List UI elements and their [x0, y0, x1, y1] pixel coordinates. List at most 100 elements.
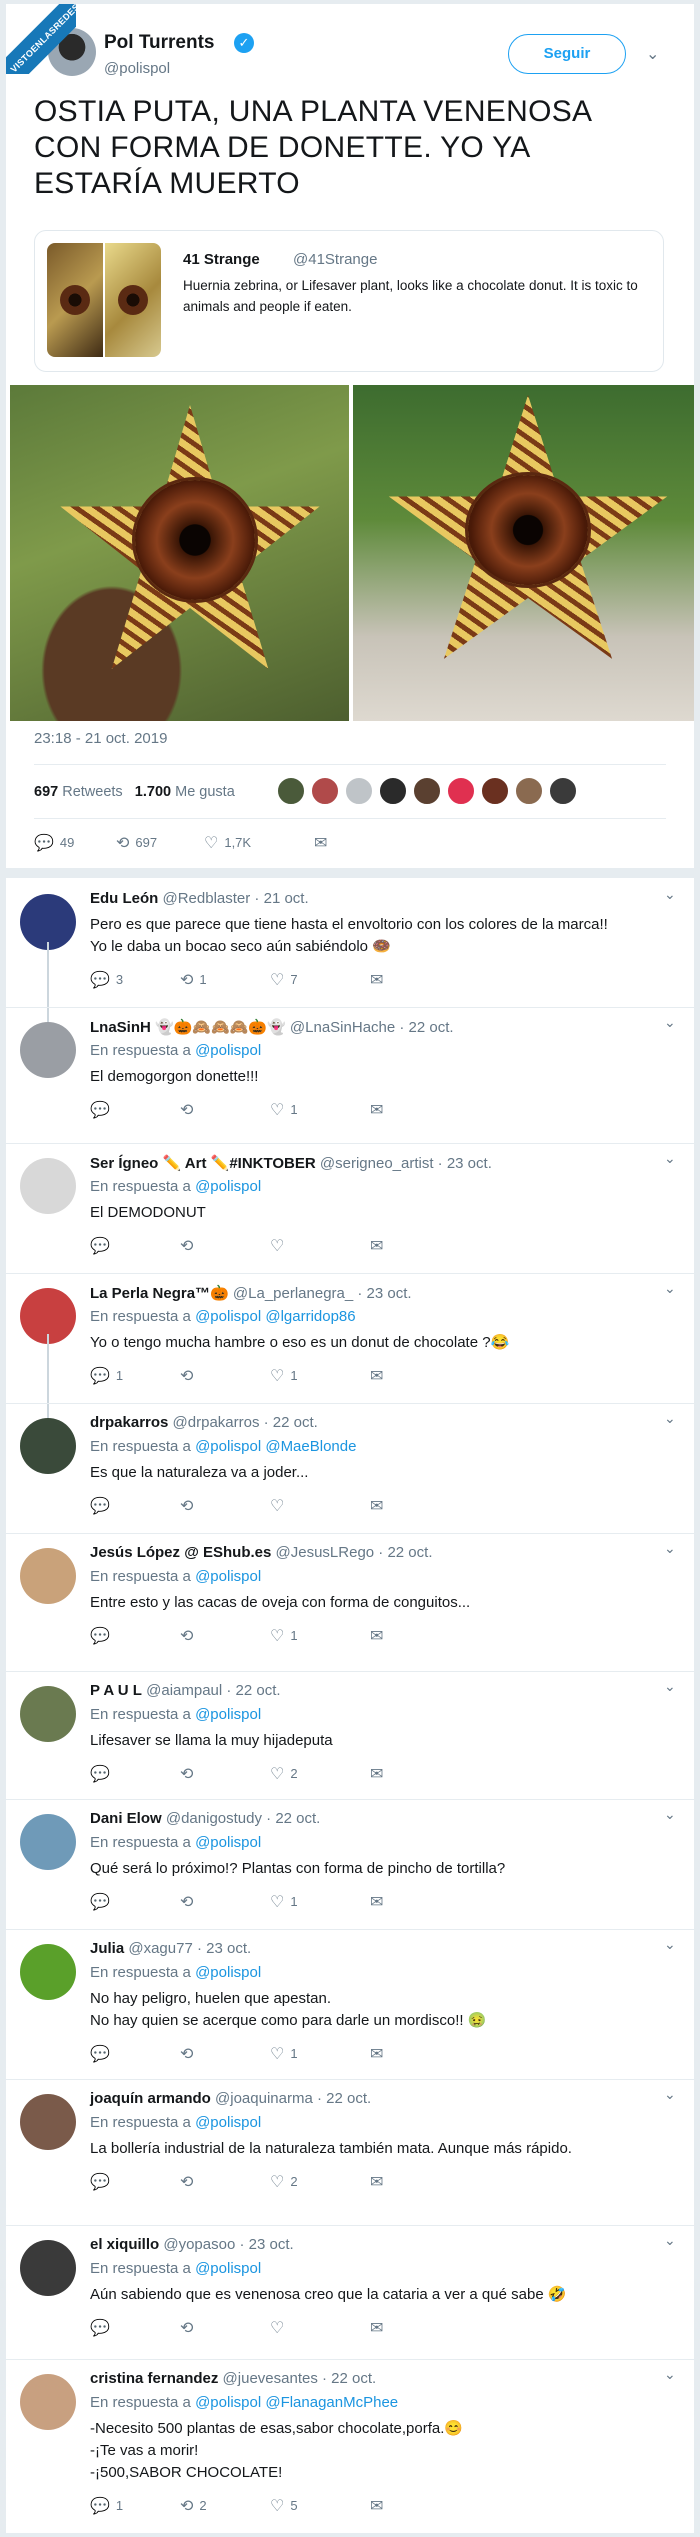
reply-author-handle[interactable]: @La_perlanegra_ · 23 oct. [233, 1285, 412, 1302]
dm-button[interactable]: ✉ [370, 970, 389, 990]
like-button[interactable]: ♡ 7 [270, 970, 298, 990]
retweet-button[interactable]: ⟲ [180, 1100, 199, 1120]
reply-button[interactable]: 💬 [90, 1626, 116, 1646]
reply-author-name[interactable]: Dani Elow [90, 1810, 162, 1827]
avatar[interactable] [20, 1944, 76, 2000]
reply-author-name[interactable]: Edu León [90, 890, 158, 907]
retweets-label[interactable]: Retweets [62, 784, 122, 800]
chevron-down-icon[interactable]: ⌄ [664, 1936, 676, 1953]
avatar[interactable] [446, 776, 476, 806]
reply-author-name[interactable]: P A U L [90, 1682, 142, 1699]
reply-author-name[interactable]: drpakarros [90, 1414, 168, 1431]
mention-link[interactable]: @polispol @MaeBlonde [195, 1438, 356, 1455]
chevron-down-icon[interactable]: ⌄ [664, 1014, 676, 1031]
tweet-photo-2[interactable] [353, 385, 694, 721]
reply-author-handle[interactable]: @joaquinarma · 22 oct. [215, 2090, 371, 2107]
like-button[interactable]: ♡ [270, 1236, 290, 1256]
retweet-button[interactable]: ⟲ [180, 1236, 199, 1256]
mention-link[interactable]: @polispol @FlanaganMcPhee [195, 2394, 398, 2411]
avatar[interactable] [310, 776, 340, 806]
reply-button[interactable]: 💬 [90, 1236, 116, 1256]
reply-author-name[interactable]: Julia [90, 1940, 124, 1957]
reply-author-name[interactable]: Ser Ígneo ✏️ Art ✏️#INKTOBER [90, 1155, 316, 1172]
mention-link[interactable]: @polispol [195, 1964, 261, 1981]
mention-link[interactable]: @polispol [195, 1706, 261, 1723]
mention-link[interactable]: @polispol @lgarridop86 [195, 1308, 356, 1325]
retweet-button[interactable]: ⟲ 697 [116, 830, 157, 856]
author-name[interactable]: Pol Turrents [104, 32, 215, 54]
like-button[interactable]: ♡ [270, 1496, 290, 1516]
avatar[interactable] [480, 776, 510, 806]
mention-link[interactable]: @polispol [195, 1178, 261, 1195]
chevron-down-icon[interactable]: ⌄ [664, 1150, 676, 1167]
reply-button[interactable]: 💬 49 [34, 830, 74, 856]
avatar[interactable] [378, 776, 408, 806]
avatar[interactable] [20, 1814, 76, 1870]
like-button[interactable]: ♡ 2 [270, 1764, 298, 1784]
reply-button[interactable]: 💬 [90, 1764, 116, 1784]
like-button[interactable]: ♡ 1 [270, 1366, 298, 1386]
chevron-down-icon[interactable]: ⌄ [664, 886, 676, 903]
follow-button[interactable]: Seguir [508, 34, 626, 74]
reply-author-name[interactable]: LnaSinH 👻🎃🙈🙈🙈🎃👻 [90, 1019, 286, 1036]
reply-button[interactable]: 💬 [90, 2044, 116, 2064]
avatar[interactable] [344, 776, 374, 806]
reply-tweet[interactable]: La Perla Negra™🎃 @La_perlanegra_ · 23 oc… [6, 1274, 694, 1440]
chevron-down-icon[interactable]: ⌄ [664, 2086, 676, 2103]
reply-tweet[interactable]: cristina fernandez @juevesantes · 22 oct… [6, 2360, 694, 2533]
chevron-down-icon[interactable]: ⌄ [664, 2366, 676, 2383]
reply-author-name[interactable]: La Perla Negra™🎃 [90, 1285, 229, 1302]
reply-author-handle[interactable]: @LnaSinHache · 22 oct. [290, 1019, 454, 1036]
avatar[interactable] [514, 776, 544, 806]
reply-author-handle[interactable]: @danigostudy · 22 oct. [166, 1810, 320, 1827]
author-handle[interactable]: @polispol [104, 60, 170, 77]
avatar[interactable] [20, 2094, 76, 2150]
avatar[interactable] [412, 776, 442, 806]
reply-button[interactable]: 💬 [90, 2172, 116, 2192]
reply-button[interactable]: 💬 1 [90, 1366, 123, 1386]
reply-button[interactable]: 💬 3 [90, 970, 123, 990]
reply-author-handle[interactable]: @juevesantes · 22 oct. [223, 2370, 377, 2387]
chevron-down-icon[interactable]: ⌄ [664, 1678, 676, 1695]
like-button[interactable]: ♡ 1,7K [204, 830, 251, 856]
retweet-button[interactable]: ⟲ [180, 1366, 199, 1386]
reply-button[interactable]: 💬 1 [90, 2496, 123, 2516]
like-button[interactable]: ♡ 1 [270, 1626, 298, 1646]
likes-count[interactable]: 1.700 [135, 784, 171, 800]
avatar[interactable] [20, 1158, 76, 1214]
dm-button[interactable]: ✉ [370, 1496, 389, 1516]
reply-tweet[interactable]: drpakarros @drpakarros · 22 oct. ⌄ En resp… [6, 1404, 694, 1534]
retweet-button[interactable]: ⟲ [180, 1892, 199, 1912]
dm-button[interactable]: ✉ [370, 1366, 389, 1386]
mention-link[interactable]: @polispol [195, 1568, 261, 1585]
retweet-button[interactable]: ⟲ [180, 1764, 199, 1784]
dm-button[interactable]: ✉ [370, 2044, 389, 2064]
retweet-button[interactable]: ⟲ 2 [180, 2496, 207, 2516]
dm-button[interactable]: ✉ [370, 1626, 389, 1646]
retweet-button[interactable]: ⟲ [180, 1496, 199, 1516]
mention-link[interactable]: @polispol [195, 1042, 261, 1059]
dm-button[interactable]: ✉ [370, 2172, 389, 2192]
retweet-button[interactable]: ⟲ [180, 2318, 199, 2338]
dm-button[interactable]: ✉ [314, 830, 333, 856]
avatar[interactable] [20, 1418, 76, 1474]
retweet-button[interactable]: ⟲ [180, 1626, 199, 1646]
dm-button[interactable]: ✉ [370, 2496, 389, 2516]
dm-button[interactable]: ✉ [370, 2318, 389, 2338]
reply-tweet[interactable]: joaquín armando @joaquinarma · 22 oct. ⌄ E… [6, 2080, 694, 2226]
chevron-down-icon[interactable]: ⌄ [664, 1806, 676, 1823]
reply-tweet[interactable]: Ser Ígneo ✏️ Art ✏️#INKTOBER @serigneo_a… [6, 1144, 694, 1274]
like-button[interactable]: ♡ 1 [270, 1100, 298, 1120]
reply-author-name[interactable]: cristina fernandez [90, 2370, 218, 2387]
reply-author-handle[interactable]: @JesusLRego · 22 oct. [276, 1544, 433, 1561]
reply-tweet[interactable]: Julia @xagu77 · 23 oct. ⌄ En respuesta a @… [6, 1930, 694, 2080]
reply-author-handle[interactable]: @aiampaul · 22 oct. [146, 1682, 280, 1699]
reply-author-name[interactable]: el xiquillo [90, 2236, 159, 2253]
retweet-button[interactable]: ⟲ [180, 2172, 199, 2192]
likes-label[interactable]: Me gusta [175, 784, 235, 800]
reply-button[interactable]: 💬 [90, 1496, 116, 1516]
avatar[interactable] [548, 776, 578, 806]
reply-button[interactable]: 💬 [90, 1892, 116, 1912]
chevron-down-icon[interactable]: ⌄ [646, 44, 659, 64]
reply-tweet[interactable]: Jesús López @ EShub.es @JesusLRego · 22 … [6, 1534, 694, 1672]
